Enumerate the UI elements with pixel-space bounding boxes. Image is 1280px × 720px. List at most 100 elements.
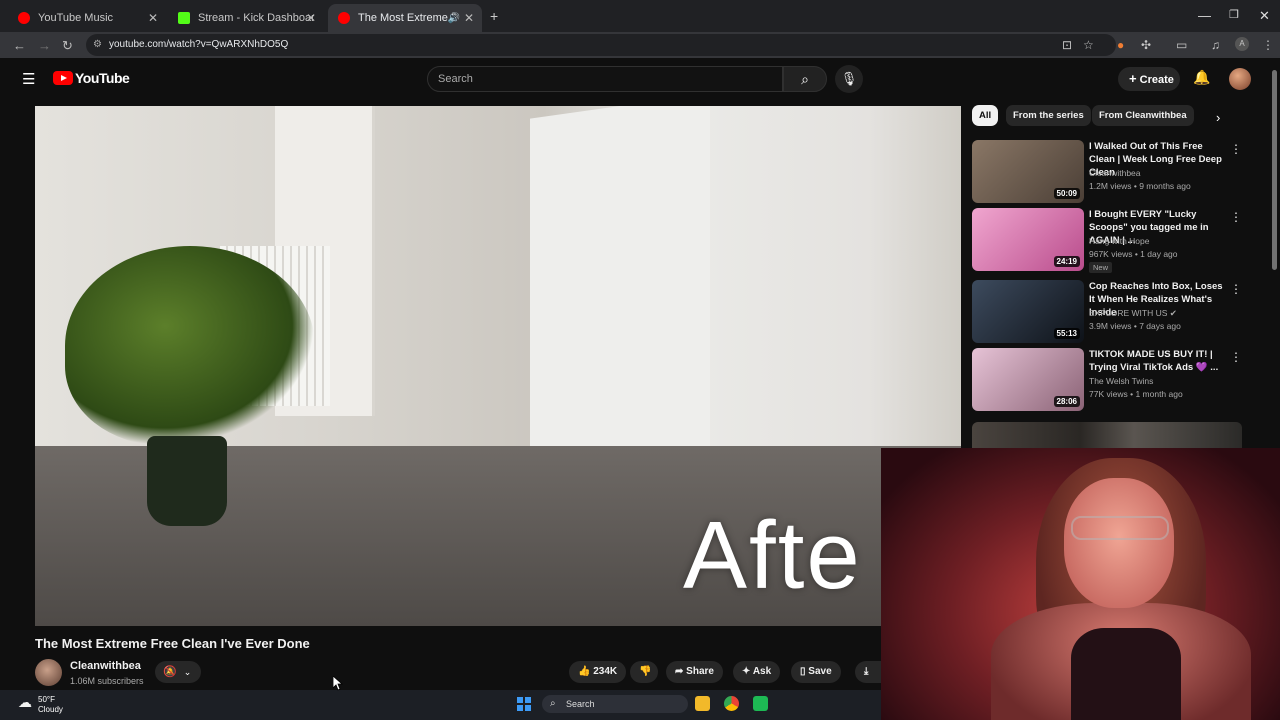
video-title: The Most Extreme Free Clean I've Ever Do…: [35, 636, 310, 651]
window-close-icon[interactable]: ✕: [1259, 8, 1270, 24]
video-frame-pot: [147, 436, 227, 526]
download-icon: ⤓: [864, 666, 869, 677]
channel-name[interactable]: Cleanwithbea: [70, 660, 141, 672]
recommendation-item[interactable]: 24:19 I Bought EVERY "Lucky Scoops" you …: [972, 208, 1242, 273]
hamburger-menu-icon[interactable]: ☰: [22, 70, 35, 88]
forward-icon[interactable]: →: [38, 38, 51, 53]
download-button[interactable]: ⤓: [855, 661, 881, 683]
video-player[interactable]: Afte: [35, 106, 961, 626]
more-options-icon[interactable]: ⋮: [1230, 350, 1242, 364]
video-thumbnail[interactable]: 50:09: [972, 140, 1084, 203]
file-explorer-icon[interactable]: [695, 696, 710, 711]
tab-current-video[interactable]: The Most Extreme Free Cle 🔊 ✕: [328, 4, 482, 32]
close-icon[interactable]: ✕: [306, 11, 316, 25]
tab-kick-dashboard[interactable]: Stream - Kick Dashboard ✕: [168, 4, 324, 32]
kick-favicon-icon: [178, 12, 190, 24]
youtube-logo-text[interactable]: YouTube: [75, 70, 130, 86]
reload-icon[interactable]: ↻: [62, 38, 73, 54]
video-frame-plant: [65, 246, 315, 446]
voice-search-button[interactable]: 🎙: [835, 65, 863, 93]
more-options-icon[interactable]: ⋮: [1230, 210, 1242, 224]
account-avatar[interactable]: [1229, 68, 1251, 90]
address-bar[interactable]: ⚙ youtube.com/watch?v=QwARXNhDO5Q: [86, 34, 1116, 56]
chrome-icon[interactable]: [724, 696, 739, 711]
channel-avatar[interactable]: [35, 659, 62, 686]
bookmark-star-icon[interactable]: ☆: [1083, 38, 1094, 52]
maximize-icon[interactable]: ❐: [1229, 8, 1239, 21]
search-icon: ⌕: [801, 71, 809, 87]
windows-start-icon[interactable]: [517, 697, 531, 711]
chevron-right-icon[interactable]: ›: [1216, 110, 1220, 125]
browser-tab-strip: YouTube Music ✕ Stream - Kick Dashboard …: [0, 0, 1280, 32]
dislike-button[interactable]: 👎: [630, 661, 658, 683]
speaker-icon[interactable]: 🔊: [448, 13, 460, 24]
webcam-person-face: [1064, 478, 1174, 608]
recommendation-meta: 967K views • 1 day ago: [1089, 249, 1178, 259]
search-button[interactable]: ⌕: [783, 66, 827, 92]
extensions-puzzle-icon[interactable]: ✣: [1141, 38, 1151, 52]
more-options-icon[interactable]: ⋮: [1230, 282, 1242, 296]
recommendation-item[interactable]: 55:13 Cop Reaches Into Box, Loses It Whe…: [972, 280, 1242, 344]
video-thumbnail[interactable]: 28:06: [972, 348, 1084, 411]
site-info-icon[interactable]: ⚙: [93, 34, 102, 56]
search-input[interactable]: Search: [427, 66, 783, 92]
video-thumbnail[interactable]: 24:19: [972, 208, 1084, 271]
channel-label: EXPLORE WITH US: [1089, 308, 1168, 318]
youtube-logo-icon[interactable]: [53, 71, 73, 85]
back-icon[interactable]: ←: [13, 38, 26, 53]
thumbs-up-icon: 👍: [578, 666, 591, 677]
save-label: Save: [808, 666, 832, 677]
save-button[interactable]: ▯ Save: [791, 661, 841, 683]
menu-dots-icon[interactable]: ⋮: [1262, 38, 1274, 52]
url-text: youtube.com/watch?v=QwARXNhDO5Q: [109, 39, 289, 50]
webcam-person-top: [1071, 628, 1181, 720]
chip-all[interactable]: All: [972, 105, 999, 126]
profile-icon[interactable]: A: [1235, 37, 1249, 51]
more-options-icon[interactable]: ⋮: [1230, 142, 1242, 156]
taskbar-search[interactable]: ⌕ Search: [542, 695, 688, 713]
duration-badge: 55:13: [1053, 328, 1080, 339]
recommendation-channel[interactable]: Cleanwithbea: [1089, 168, 1141, 178]
sidebar-scrollbar[interactable]: [1272, 70, 1277, 270]
app-icon[interactable]: [753, 696, 768, 711]
subscription-notification-button[interactable]: 🔕 ⌄: [155, 661, 201, 683]
close-icon[interactable]: ✕: [148, 11, 158, 25]
new-tab-button[interactable]: +: [490, 8, 498, 24]
mouse-cursor-icon: [333, 676, 343, 691]
like-button[interactable]: 👍 234K: [569, 661, 627, 683]
minimize-icon[interactable]: —: [1198, 8, 1211, 23]
video-thumbnail[interactable]: 55:13: [972, 280, 1084, 343]
verified-check-icon: ✔: [1169, 308, 1177, 318]
weather-temperature[interactable]: 50°F: [38, 695, 55, 704]
weather-description[interactable]: Cloudy: [38, 705, 63, 714]
recommendation-channel[interactable]: Hang with Hope: [1089, 236, 1149, 246]
install-app-icon[interactable]: ⊡: [1062, 38, 1072, 52]
recommendation-title[interactable]: TIKTOK MADE US BUY IT! | Trying Viral Ti…: [1089, 348, 1227, 374]
create-label: Create: [1139, 74, 1174, 86]
close-icon[interactable]: ✕: [464, 11, 474, 25]
tab-youtube-music[interactable]: YouTube Music ✕: [8, 4, 166, 32]
ask-button[interactable]: ✦ Ask: [733, 661, 781, 683]
weather-cloud-icon[interactable]: ☁: [18, 694, 32, 711]
duration-badge: 24:19: [1053, 256, 1080, 267]
create-button[interactable]: + Create: [1118, 67, 1180, 91]
windows-taskbar: [0, 690, 881, 720]
split-view-icon[interactable]: ▭: [1176, 38, 1187, 52]
recommendation-thumbnail-partial[interactable]: [972, 422, 1242, 448]
tab-title: Stream - Kick Dashboard: [198, 12, 314, 24]
recommendation-meta: 1.2M views • 9 months ago: [1089, 181, 1191, 191]
share-button[interactable]: ➦ Share: [666, 661, 723, 683]
thumbs-down-icon: 👎: [639, 666, 652, 677]
recommendation-item[interactable]: 50:09 I Walked Out of This Free Clean | …: [972, 140, 1242, 204]
new-badge: New: [1089, 262, 1113, 273]
chip-from-cleanwithbea[interactable]: From Cleanwithbea: [1092, 105, 1194, 126]
notifications-bell-icon[interactable]: 🔔: [1193, 69, 1210, 86]
extension-icon[interactable]: ●: [1117, 38, 1124, 52]
subscriber-count: 1.06M subscribers: [70, 676, 144, 686]
media-controls-icon[interactable]: ♫: [1211, 38, 1220, 52]
chip-from-the-series[interactable]: From the series: [1006, 105, 1091, 126]
recommendation-channel[interactable]: EXPLORE WITH US ✔: [1089, 308, 1177, 319]
recommendation-meta: 3.9M views • 7 days ago: [1089, 321, 1181, 331]
recommendation-item[interactable]: 28:06 TIKTOK MADE US BUY IT! | Trying Vi…: [972, 348, 1242, 412]
recommendation-channel[interactable]: The Welsh Twins: [1089, 376, 1153, 386]
